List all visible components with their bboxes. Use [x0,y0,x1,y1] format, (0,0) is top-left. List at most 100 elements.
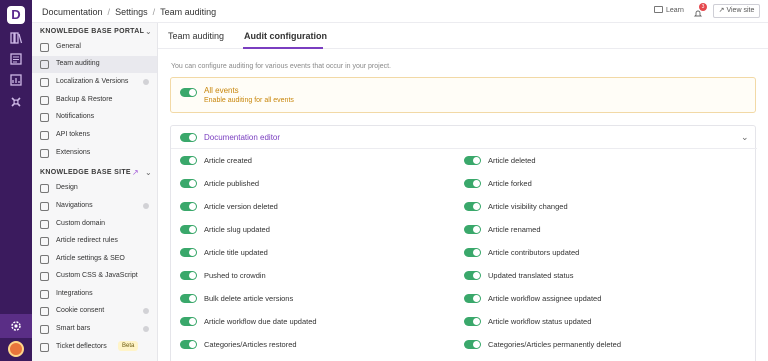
event-toggle[interactable] [180,179,197,188]
integration-icon [40,290,49,299]
sidebar-item-api-tokens[interactable]: API tokens [32,127,157,144]
portal-section-header: KNOWLEDGE BASE PORTAL [40,28,145,35]
article-icon[interactable] [9,52,23,66]
user-avatar[interactable] [8,341,24,357]
sidebar-item-cookie-consent[interactable]: Cookie consent [32,303,157,320]
event-label: Categories/Articles restored [204,340,297,349]
all-events-title: All events [204,86,239,95]
sidebar-item-label: Backup & Restore [56,96,113,103]
chevron-down-icon[interactable]: ⌄ [741,132,749,143]
sidebar-item-extensions[interactable]: Extensions [32,145,157,162]
sidebar-item-smart-bars[interactable]: Smart bars [32,321,157,338]
event-label: Article slug updated [204,225,270,234]
event-toggle[interactable] [464,317,481,326]
sidebar-item-design[interactable]: Design [32,180,157,197]
event-toggle[interactable] [180,202,197,211]
sidebar-item-article-settings[interactable]: Article settings & SEO [32,251,157,268]
event-toggle[interactable] [180,294,197,303]
bell-icon [40,113,49,122]
sidebar-item-navigations[interactable]: Navigations [32,198,157,215]
translate-icon [40,78,49,87]
cookie-icon [40,307,49,316]
all-events-subtitle: Enable auditing for all events [204,97,294,104]
sidebar-item-label: Cookie consent [56,307,105,314]
event-label: Article workflow status updated [488,317,592,326]
chevron-down-icon[interactable]: ⌄ [145,27,152,36]
tab-bar: Team auditing Audit configuration [158,23,768,49]
event-label: Bulk delete article versions [204,294,294,303]
settings-dot-icon [143,326,149,332]
settings-icon [40,255,49,264]
notifications-count-badge: 3 [699,3,707,11]
event-toggle[interactable] [464,202,481,211]
sidebar-item-label: Localization & Versions [56,78,129,85]
breadcrumb-settings[interactable]: Settings [115,7,148,17]
sidebar-item-redirect-rules[interactable]: Article redirect rules [32,233,157,250]
settings-dot-icon [143,203,149,209]
external-link-icon[interactable]: ↗ [132,168,139,177]
event-toggle[interactable] [464,248,481,257]
sidebar-item-label: General [56,43,81,50]
event-toggle[interactable] [464,225,481,234]
documentation-editor-title: Documentation editor [204,133,281,142]
event-toggle[interactable] [464,340,481,349]
event-toggle[interactable] [464,156,481,165]
sidebar-item-label: Team auditing [56,60,100,67]
sidebar-item-label: API tokens [56,131,90,138]
all-events-card: All events Enable auditing for all event… [170,77,756,113]
event-label: Article deleted [488,156,536,165]
sidebar-item-label: Navigations [56,202,93,209]
sidebar-item-notifications[interactable]: Notifications [32,109,157,126]
event-label: Article forked [488,179,532,188]
documentation-editor-header[interactable]: Documentation editor ⌄ [171,126,757,149]
settings-dot-icon [143,79,149,85]
breadcrumb-documentation[interactable]: Documentation [42,7,103,17]
app-logo[interactable]: D [7,6,25,24]
books-icon[interactable] [9,31,23,45]
event-label: Article renamed [488,225,541,234]
event-toggle[interactable] [180,225,197,234]
documentation-editor-card: Documentation editor ⌄ Article created Ar… [170,125,757,361]
sidebar-item-label: Article settings & SEO [56,255,125,262]
chevron-down-icon[interactable]: ⌄ [145,168,152,177]
sidebar-item-backup[interactable]: Backup & Restore [32,92,157,109]
sidebar-item-integrations[interactable]: Integrations [32,286,157,303]
sidebar-item-ticket-deflectors[interactable]: Ticket deflectors Beta [32,339,157,356]
analytics-icon[interactable] [9,73,23,87]
tab-audit-configuration[interactable]: Audit configuration [244,31,327,41]
settings-sidebar: KNOWLEDGE BASE PORTAL ⌄ General Team aud… [32,23,158,361]
top-bar: Documentation / Settings / Team auditing Lea… [32,0,768,23]
tools-icon[interactable] [9,95,23,109]
event-label: Article contributors updated [488,248,580,257]
sidebar-item-custom-domain[interactable]: Custom domain [32,216,157,233]
documentation-editor-toggle[interactable] [180,133,197,142]
event-toggle[interactable] [180,317,197,326]
sidebar-item-localization[interactable]: Localization & Versions [32,74,157,91]
tab-team-auditing[interactable]: Team auditing [168,31,224,41]
event-label: Article created [204,156,252,165]
settings-gear-icon[interactable] [9,319,23,333]
sidebar-item-general[interactable]: General [32,39,157,56]
event-toggle[interactable] [180,156,197,165]
event-toggle[interactable] [464,271,481,280]
event-toggle[interactable] [180,340,197,349]
event-label: Article title updated [204,248,268,257]
event-toggle[interactable] [464,294,481,303]
event-toggle[interactable] [464,179,481,188]
event-label: Article visibility changed [488,202,568,211]
active-tab-indicator [243,47,323,49]
audit-icon [40,60,49,69]
sidebar-item-label: Custom CSS & JavaScript [56,272,138,279]
view-site-button[interactable]: ↗ View site [713,4,760,18]
sidebar-item-label: Custom domain [56,220,106,227]
sidebar-item-team-auditing[interactable]: Team auditing [32,56,157,73]
all-events-toggle[interactable] [180,88,197,97]
learn-button[interactable]: Learn [654,6,684,14]
code-icon [40,272,49,281]
site-section-header: KNOWLEDGE BASE SITE [40,169,131,176]
sidebar-item-custom-css[interactable]: Custom CSS & JavaScript [32,268,157,285]
event-toggle[interactable] [180,248,197,257]
event-toggle[interactable] [180,271,197,280]
event-label: Pushed to crowdin [204,271,266,280]
monitor-icon [654,6,663,13]
